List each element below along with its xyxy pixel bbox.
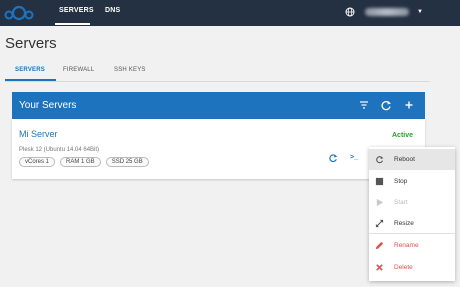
menu-item-label: Start [394,199,408,206]
server-row[interactable]: Mi Server Plesk 12 (Ubuntu 14.04 64Bit) … [12,119,425,179]
nav-active-indicator [55,23,90,25]
chevron-down-icon[interactable]: ▼ [417,8,425,16]
tab-ssh-keys[interactable]: SSH KEYS [114,67,146,73]
menu-item-reboot[interactable]: Reboot [369,149,455,170]
globe-icon[interactable] [345,7,355,17]
status-badge: Active [392,132,414,139]
card-title: Your Servers [19,100,77,111]
server-specs: vCores 1 RAM 1 GB SSD 25 GB [19,157,149,167]
menu-divider [369,233,455,234]
console-icon[interactable]: >_ [350,153,360,163]
menu-item-label: Resize [394,220,414,227]
server-os: Plesk 12 (Ubuntu 14.04 64Bit) [19,147,100,153]
tab-firewall[interactable]: FIREWALL [63,67,94,73]
top-navigation-bar: SERVERS DNS ▼ [0,0,460,26]
logo-icon[interactable] [4,3,34,23]
tabs-divider [5,81,430,82]
refresh-icon[interactable] [380,99,392,111]
x-icon [376,264,383,271]
spec-chip-ssd: SSD 25 GB [105,157,149,167]
menu-item-label: Stop [394,178,408,185]
spec-chip-vcores: vCores 1 [19,157,56,167]
menu-item-delete[interactable]: Delete [369,257,455,278]
page-title: Servers [5,35,57,52]
user-menu-name[interactable] [365,8,409,16]
nav-dns-link[interactable]: DNS [105,7,120,14]
tab-servers[interactable]: SERVERS [15,67,45,73]
menu-item-rename[interactable]: Rename [369,235,455,256]
menu-item-start[interactable]: Start [369,192,455,213]
server-actions-menu: Reboot Stop Start Resize Rename Delete [369,147,455,281]
menu-item-label: Rename [394,242,419,249]
server-name-link[interactable]: Mi Server [19,129,58,139]
menu-item-resize[interactable]: Resize [369,213,455,234]
play-icon [376,198,384,207]
menu-item-label: Reboot [394,156,415,163]
add-icon[interactable] [403,99,415,111]
nav-servers-link[interactable]: SERVERS [59,7,94,14]
menu-item-stop[interactable]: Stop [369,171,455,192]
stop-icon [375,177,384,186]
refresh-icon [376,156,384,164]
spec-chip-ram: RAM 1 GB [60,157,101,167]
resize-icon [375,219,384,228]
refresh-icon[interactable] [328,153,338,163]
pencil-icon [375,241,384,250]
servers-card-header: Your Servers [12,92,425,119]
filter-icon[interactable] [358,99,370,111]
menu-item-label: Delete [394,264,413,271]
